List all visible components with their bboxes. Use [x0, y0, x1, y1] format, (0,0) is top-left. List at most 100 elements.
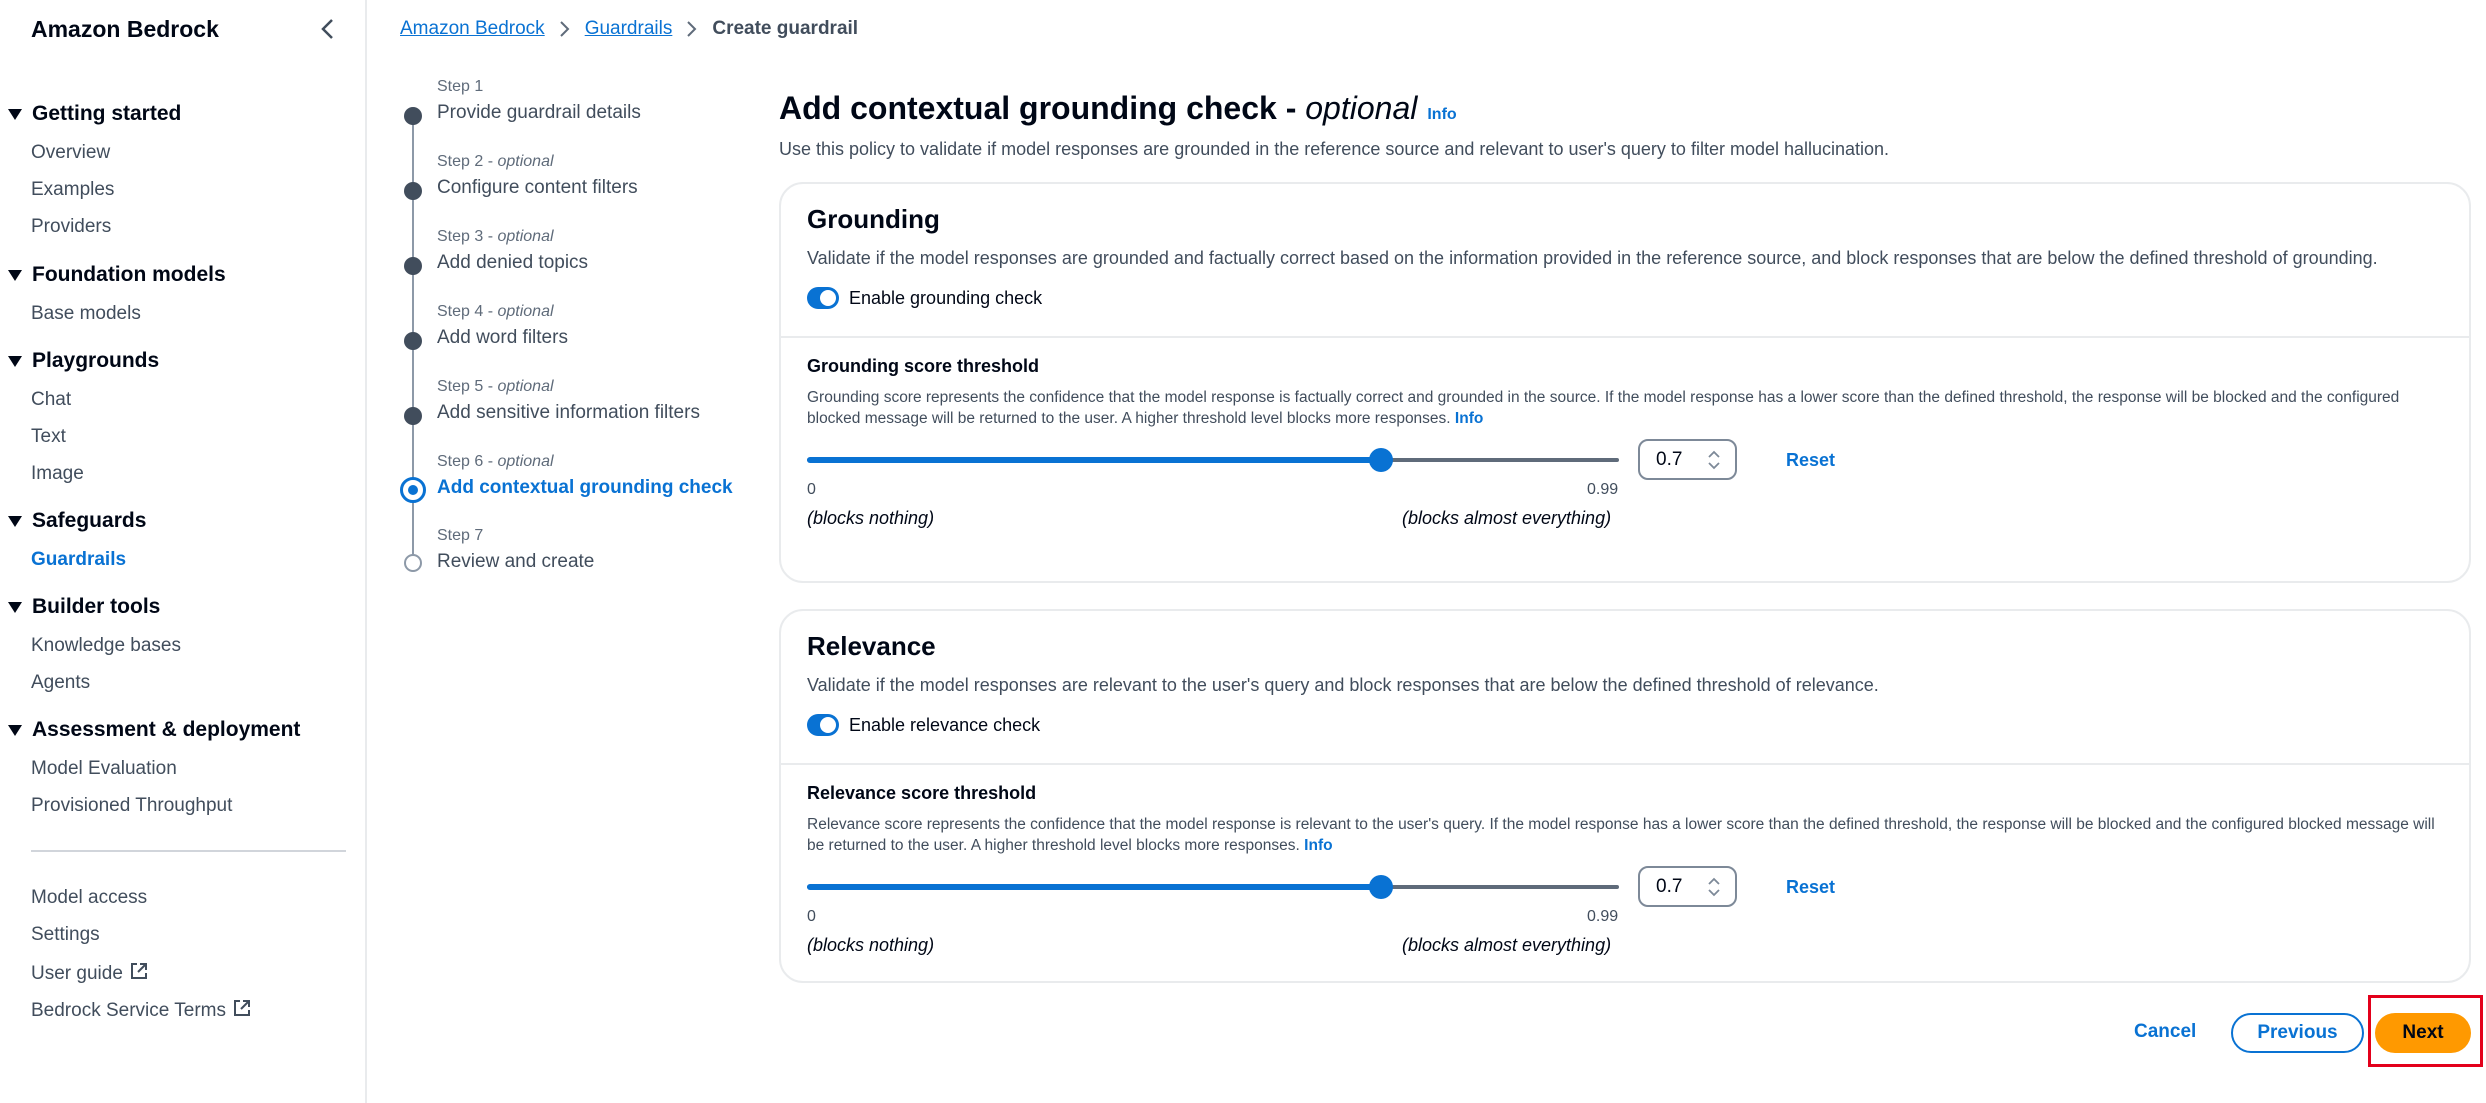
sidebar-item-model-access[interactable]: Model access — [31, 887, 147, 909]
caret-down-icon — [8, 601, 22, 613]
step-completed-dot — [404, 257, 422, 275]
slider-min-label: 0 — [807, 481, 816, 498]
sidebar-item-guardrails[interactable]: Guardrails — [31, 549, 126, 571]
relevance-card: Relevance Validate if the model response… — [779, 609, 2471, 983]
step-title: Provide guardrail details — [437, 102, 641, 123]
slider-max-label: 0.99 — [1587, 908, 1619, 925]
sidebar-item-settings[interactable]: Settings — [31, 924, 100, 946]
step-completed-dot — [404, 107, 422, 125]
chevron-right-icon — [686, 19, 698, 39]
sidebar-item-chat[interactable]: Chat — [31, 389, 71, 411]
grounding-toggle[interactable] — [807, 287, 839, 309]
sidebar-item-service-terms[interactable]: Bedrock Service Terms — [31, 998, 252, 1022]
breadcrumb-current: Create guardrail — [712, 18, 859, 39]
section-getting-started[interactable]: Getting started — [8, 102, 181, 126]
grounding-toggle-label[interactable]: Enable grounding check — [849, 288, 1042, 309]
section-foundation-models[interactable]: Foundation models — [8, 263, 226, 287]
section-assessment-deployment[interactable]: Assessment & deployment — [8, 718, 300, 742]
slider-max-note: (blocks almost everything) — [1402, 508, 1612, 528]
step-6: Step 6 - optional Add contextual groundi… — [437, 453, 733, 499]
sidebar-item-agents[interactable]: Agents — [31, 672, 90, 694]
breadcrumb-guardrails[interactable]: Guardrails — [585, 18, 673, 40]
info-link[interactable]: Info — [1304, 837, 1332, 854]
previous-button[interactable]: Previous — [2231, 1013, 2364, 1053]
step-number: Step 3 - optional — [437, 228, 554, 245]
relevance-toggle-row: Enable relevance check — [807, 714, 2443, 736]
sidebar-item-text[interactable]: Text — [31, 426, 66, 448]
step-number: Step 6 - optional — [437, 453, 554, 470]
step-number: Step 7 — [437, 527, 484, 544]
relevance-reset-button[interactable]: Reset — [1786, 877, 1835, 898]
grounding-threshold-description: Grounding score represents the confidenc… — [807, 389, 2400, 427]
section-builder-tools[interactable]: Builder tools — [8, 595, 160, 619]
sidebar-item-examples[interactable]: Examples — [31, 179, 114, 201]
cancel-button[interactable]: Cancel — [2134, 1021, 2196, 1043]
step-number: Step 4 - optional — [437, 303, 554, 320]
relevance-threshold-label: Relevance score threshold — [807, 783, 1037, 803]
relevance-threshold-input[interactable]: 0.7 — [1638, 866, 1737, 907]
slider-thumb[interactable] — [1369, 875, 1393, 899]
relevance-title: Relevance — [807, 631, 936, 661]
grounding-threshold-input[interactable]: 0.7 — [1638, 439, 1737, 480]
sidebar-item-model-evaluation[interactable]: Model Evaluation — [31, 758, 177, 780]
breadcrumb-amazon-bedrock[interactable]: Amazon Bedrock — [400, 18, 545, 40]
slider-min-note: (blocks nothing) — [807, 935, 935, 955]
grounding-card: Grounding Validate if the model response… — [779, 182, 2471, 583]
slider-thumb[interactable] — [1369, 448, 1393, 472]
slider-min-note: (blocks nothing) — [807, 508, 935, 528]
step-title: Configure content filters — [437, 177, 638, 198]
grounding-title: Grounding — [807, 204, 940, 234]
caret-down-icon — [8, 108, 22, 120]
slider-max-label: 0.99 — [1587, 481, 1619, 498]
page-description: Use this policy to validate if model res… — [779, 139, 1890, 159]
sidebar-item-image[interactable]: Image — [31, 463, 84, 485]
relevance-description: Validate if the model responses are rele… — [807, 675, 1879, 695]
section-safeguards[interactable]: Safeguards — [8, 509, 146, 533]
caret-down-icon — [8, 724, 22, 736]
grounding-reset-button[interactable]: Reset — [1786, 450, 1835, 471]
step-5[interactable]: Step 5 - optional Add sensitive informat… — [437, 378, 700, 424]
info-link[interactable]: Info — [1455, 410, 1483, 427]
step-completed-dot — [404, 182, 422, 200]
relevance-toggle[interactable] — [807, 714, 839, 736]
slider-fill — [807, 884, 1381, 890]
step-3[interactable]: Step 3 - optional Add denied topics — [437, 228, 588, 274]
step-number: Step 5 - optional — [437, 378, 554, 395]
section-playgrounds[interactable]: Playgrounds — [8, 349, 159, 373]
caret-down-icon — [8, 269, 22, 281]
stepper-icon[interactable] — [1707, 448, 1721, 472]
slider-min-label: 0 — [807, 908, 816, 925]
relevance-score-slider[interactable] — [807, 875, 1619, 899]
slider-fill — [807, 457, 1381, 463]
step-number: Step 2 - optional — [437, 153, 554, 170]
step-title: Add contextual grounding check — [437, 477, 733, 498]
grounding-score-slider[interactable] — [807, 448, 1619, 472]
sidebar-item-providers[interactable]: Providers — [31, 216, 111, 238]
sidebar-title[interactable]: Amazon Bedrock — [31, 16, 219, 43]
sidebar-divider — [31, 850, 346, 852]
relevance-threshold-section: Relevance score threshold Relevance scor… — [781, 765, 2469, 985]
sidebar-item-knowledge-bases[interactable]: Knowledge bases — [31, 635, 181, 657]
sidebar-item-provisioned-throughput[interactable]: Provisioned Throughput — [31, 795, 232, 817]
breadcrumb: Amazon Bedrock Guardrails Create guardra… — [400, 18, 858, 40]
info-link[interactable]: Info — [1427, 106, 1456, 123]
external-link-icon — [130, 963, 147, 979]
step-7: Step 7 Review and create — [437, 527, 594, 573]
sidebar-item-base-models[interactable]: Base models — [31, 303, 141, 325]
relevance-toggle-label[interactable]: Enable relevance check — [849, 715, 1040, 736]
side-navigation: Amazon Bedrock Getting started Overview … — [0, 0, 367, 1103]
step-4[interactable]: Step 4 - optional Add word filters — [437, 303, 568, 349]
caret-down-icon — [8, 355, 22, 367]
step-title: Add sensitive information filters — [437, 402, 700, 423]
stepper-icon[interactable] — [1707, 875, 1721, 899]
sidebar-item-overview[interactable]: Overview — [31, 142, 110, 164]
step-number: Step 1 — [437, 78, 484, 95]
step-title: Add denied topics — [437, 252, 589, 273]
slider-max-note: (blocks almost everything) — [1402, 935, 1612, 955]
step-1[interactable]: Step 1 Provide guardrail details — [437, 78, 641, 124]
step-pending-dot — [404, 554, 422, 572]
step-2[interactable]: Step 2 - optional Configure content filt… — [437, 153, 638, 199]
grounding-threshold-label: Grounding score threshold — [807, 356, 1040, 376]
sidebar-item-user-guide[interactable]: User guide — [31, 961, 149, 985]
collapse-sidebar-icon[interactable] — [318, 16, 338, 42]
